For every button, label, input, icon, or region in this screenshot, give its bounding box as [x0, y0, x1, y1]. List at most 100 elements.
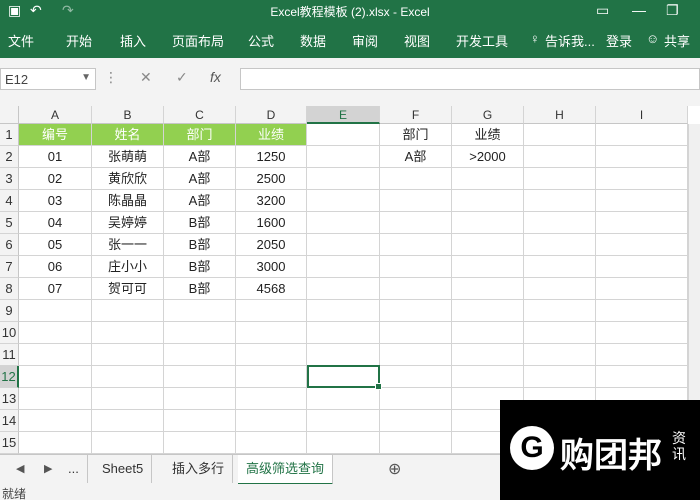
name-box[interactable]: E12 ▼ — [0, 68, 96, 90]
cell-e9[interactable] — [307, 300, 380, 322]
row-header-6[interactable]: 6 — [0, 234, 19, 256]
cell-f14[interactable] — [380, 410, 452, 432]
cell-g8[interactable] — [452, 278, 524, 300]
tab-view[interactable]: 视图 — [404, 31, 430, 50]
table-header-cell[interactable]: 姓名 — [92, 124, 164, 146]
row-header-14[interactable]: 14 — [0, 410, 19, 432]
row-header-5[interactable]: 5 — [0, 212, 19, 234]
cell-g9[interactable] — [452, 300, 524, 322]
row-header-8[interactable]: 8 — [0, 278, 19, 300]
cell-e8[interactable] — [307, 278, 380, 300]
table-data-cell[interactable]: B部 — [164, 212, 236, 234]
cell-h6[interactable] — [524, 234, 596, 256]
sheet-tab-advanced-filter[interactable]: 高级筛选查询 — [238, 455, 334, 485]
table-data-cell[interactable]: 3200 — [236, 190, 307, 212]
tab-home[interactable]: 开始 — [66, 31, 92, 50]
cell-g6[interactable] — [452, 234, 524, 256]
tab-formulas[interactable]: 公式 — [248, 31, 274, 50]
cell-f15[interactable] — [380, 432, 452, 454]
cell-b13[interactable] — [92, 388, 164, 410]
cell-e3[interactable] — [307, 168, 380, 190]
enter-icon[interactable]: ✓ — [176, 69, 188, 86]
table-data-cell[interactable]: 03 — [19, 190, 92, 212]
cell-c10[interactable] — [164, 322, 236, 344]
cell-e14[interactable] — [307, 410, 380, 432]
row-header-11[interactable]: 11 — [0, 344, 19, 366]
cancel-icon[interactable]: ✕ — [140, 69, 152, 86]
sheet-tab-more[interactable]: ... — [60, 455, 88, 483]
table-data-cell[interactable]: 02 — [19, 168, 92, 190]
table-data-cell[interactable]: 05 — [19, 234, 92, 256]
cell-a10[interactable] — [19, 322, 92, 344]
cell-b15[interactable] — [92, 432, 164, 454]
cell-f7[interactable] — [380, 256, 452, 278]
cell-c15[interactable] — [164, 432, 236, 454]
cell-e2[interactable] — [307, 146, 380, 168]
column-header-i[interactable]: I — [596, 106, 688, 124]
cell-c11[interactable] — [164, 344, 236, 366]
cell-a14[interactable] — [19, 410, 92, 432]
minimize-icon[interactable]: — — [632, 2, 646, 18]
cell-d12[interactable] — [236, 366, 307, 388]
add-sheet-icon[interactable]: ⊕ — [388, 459, 401, 479]
cell-e7[interactable] — [307, 256, 380, 278]
table-data-cell[interactable]: 黄欣欣 — [92, 168, 164, 190]
cell-i11[interactable] — [596, 344, 688, 366]
cell-b10[interactable] — [92, 322, 164, 344]
tab-scroll-right-icon[interactable]: ▶ — [44, 462, 52, 475]
login-link[interactable]: 登录 — [606, 31, 632, 50]
criteria-header-cell[interactable]: 业绩 — [452, 124, 524, 146]
table-header-cell[interactable]: 业绩 — [236, 124, 307, 146]
row-header-9[interactable]: 9 — [0, 300, 19, 322]
cell-f8[interactable] — [380, 278, 452, 300]
column-header-a[interactable]: A — [19, 106, 92, 124]
column-header-g[interactable]: G — [452, 106, 524, 124]
table-data-cell[interactable]: A部 — [164, 190, 236, 212]
table-data-cell[interactable]: 4568 — [236, 278, 307, 300]
cell-c12[interactable] — [164, 366, 236, 388]
table-data-cell[interactable]: 张一一 — [92, 234, 164, 256]
cell-i7[interactable] — [596, 256, 688, 278]
cell-g12[interactable] — [452, 366, 524, 388]
cell-h11[interactable] — [524, 344, 596, 366]
table-data-cell[interactable]: 04 — [19, 212, 92, 234]
table-data-cell[interactable]: B部 — [164, 278, 236, 300]
row-header-7[interactable]: 7 — [0, 256, 19, 278]
share-button[interactable]: 共享 — [664, 31, 690, 50]
criteria-header-cell[interactable]: 部门 — [380, 124, 452, 146]
cell-c13[interactable] — [164, 388, 236, 410]
cell-a15[interactable] — [19, 432, 92, 454]
cell-h2[interactable] — [524, 146, 596, 168]
cell-i5[interactable] — [596, 212, 688, 234]
cell-e13[interactable] — [307, 388, 380, 410]
cell-d15[interactable] — [236, 432, 307, 454]
cell-h8[interactable] — [524, 278, 596, 300]
cell-h9[interactable] — [524, 300, 596, 322]
cell-f5[interactable] — [380, 212, 452, 234]
table-data-cell[interactable]: 陈晶晶 — [92, 190, 164, 212]
cell-g7[interactable] — [452, 256, 524, 278]
cell-b12[interactable] — [92, 366, 164, 388]
tell-me-search[interactable]: 告诉我... — [545, 31, 595, 50]
cell-f9[interactable] — [380, 300, 452, 322]
select-all-corner[interactable] — [0, 106, 19, 124]
cell-h4[interactable] — [524, 190, 596, 212]
column-header-e[interactable]: E — [307, 106, 380, 124]
row-header-1[interactable]: 1 — [0, 124, 19, 146]
cell-e6[interactable] — [307, 234, 380, 256]
cell-g3[interactable] — [452, 168, 524, 190]
cell-e4[interactable] — [307, 190, 380, 212]
cell-b11[interactable] — [92, 344, 164, 366]
cell-i3[interactable] — [596, 168, 688, 190]
table-data-cell[interactable]: 2050 — [236, 234, 307, 256]
table-data-cell[interactable]: 1250 — [236, 146, 307, 168]
tab-file[interactable]: 文件 — [8, 31, 34, 50]
cell-i9[interactable] — [596, 300, 688, 322]
cell-g10[interactable] — [452, 322, 524, 344]
column-header-h[interactable]: H — [524, 106, 596, 124]
cell-a9[interactable] — [19, 300, 92, 322]
tab-developer[interactable]: 开发工具 — [456, 31, 508, 50]
cell-f10[interactable] — [380, 322, 452, 344]
cell-f6[interactable] — [380, 234, 452, 256]
cell-h3[interactable] — [524, 168, 596, 190]
